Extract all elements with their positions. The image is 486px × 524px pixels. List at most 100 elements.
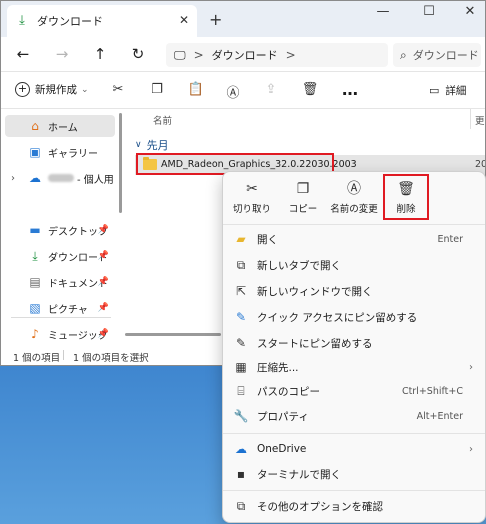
- menu-divider: [223, 433, 485, 434]
- search-input[interactable]: ⌕ ダウンロード: [393, 43, 481, 67]
- up-arrow-icon[interactable]: ↑: [90, 45, 110, 63]
- breadcrumb-chevron[interactable]: >: [286, 48, 296, 62]
- details-pane-button[interactable]: ▭ 詳細: [429, 83, 466, 98]
- onedrive-icon: ☁: [29, 171, 41, 185]
- forward-arrow-icon[interactable]: →: [52, 45, 72, 63]
- address-field[interactable]: 🖵 > ダウンロード >: [166, 43, 388, 67]
- pin-icon: 📌: [97, 225, 109, 235]
- horizontal-scrollbar[interactable]: [125, 333, 221, 336]
- chevron-down-icon: ⌄: [81, 84, 89, 95]
- sidebar-item-downloads[interactable]: ⤓ ダウンロード 📌: [5, 245, 115, 267]
- column-header-updated[interactable]: 更: [475, 113, 485, 127]
- context-menu: ✂ 切り取り ❐ コピー Ⓐ 名前の変更 🗑 削除 ▰ 開く Enter ⧉ 新…: [222, 171, 486, 523]
- cut-icon: ✂: [246, 181, 258, 197]
- rename-button[interactable]: Ⓐ 名前の変更: [326, 180, 382, 220]
- paste-icon[interactable]: 📋: [186, 82, 206, 97]
- sidebar-scrollbar[interactable]: [119, 113, 122, 213]
- copy-label: コピー: [288, 204, 318, 215]
- sidebar-item-music[interactable]: ♪ ミュージック 📌: [5, 323, 115, 345]
- menu-item-label: プロパティ: [257, 410, 309, 423]
- menu-item-label: スタートにピン留めする: [257, 337, 373, 350]
- menu-item-label: OneDrive: [257, 443, 307, 455]
- download-icon: ⤓: [19, 13, 25, 28]
- menu-item-open-new-window[interactable]: ⇱ 新しいウィンドウで開く: [223, 279, 485, 303]
- back-arrow-icon[interactable]: ←: [13, 45, 33, 63]
- breadcrumb-separator: >: [193, 48, 204, 62]
- menu-item-more-options[interactable]: ⧉ その他のオプションを確認: [223, 494, 485, 518]
- rename-icon[interactable]: Ⓐ: [223, 82, 243, 101]
- menu-item-open[interactable]: ▰ 開く Enter: [223, 227, 485, 251]
- close-window-button[interactable]: ✕: [455, 4, 485, 24]
- minimize-button[interactable]: —: [368, 4, 398, 24]
- menu-item-pin-start[interactable]: ✎ スタートにピン留めする: [223, 331, 485, 355]
- column-header-name[interactable]: 名前: [153, 113, 172, 127]
- pin-icon: 📌: [97, 329, 109, 339]
- copy-button[interactable]: ❐ コピー: [275, 180, 331, 220]
- search-placeholder: ダウンロード: [412, 49, 479, 62]
- terminal-icon: ▪: [236, 467, 246, 481]
- close-tab-icon[interactable]: ✕: [179, 13, 189, 27]
- menu-item-compress[interactable]: ▦ 圧縮先... ›: [223, 355, 485, 379]
- shortcut-label: Ctrl+Shift+C: [401, 385, 463, 397]
- menu-item-copy-path[interactable]: ⌸ パスのコピー Ctrl+Shift+C: [223, 379, 485, 403]
- breadcrumb-current[interactable]: ダウンロード: [212, 47, 278, 63]
- pin-icon: 📌: [97, 277, 109, 287]
- rename-label: 名前の変更: [330, 204, 378, 215]
- menu-item-label: 新しいウィンドウで開く: [257, 285, 373, 298]
- menu-item-pin-quick-access[interactable]: ✎ クイック アクセスにピン留めする: [223, 305, 485, 329]
- menu-divider: [223, 490, 485, 491]
- pc-icon: 🖵: [174, 47, 186, 62]
- delete-icon[interactable]: 🗑: [300, 82, 320, 97]
- share-icon[interactable]: ⇪: [261, 82, 281, 97]
- chevron-right-icon[interactable]: ›: [11, 173, 15, 184]
- file-date: 20: [475, 159, 486, 170]
- redacted-account-name: [48, 174, 74, 182]
- sidebar-item-desktop[interactable]: ▬ デスクトップ 📌: [5, 219, 115, 241]
- sidebar-item-documents[interactable]: ▤ ドキュメント 📌: [5, 271, 115, 293]
- tab-downloads[interactable]: ⤓ ダウンロード ✕: [7, 5, 197, 37]
- shortcut-label: Alt+Enter: [416, 410, 463, 422]
- group-header-last-month[interactable]: ∨ 先月: [135, 137, 169, 153]
- new-button[interactable]: + 新規作成 ⌄: [15, 82, 89, 97]
- plus-icon: +: [15, 82, 30, 97]
- new-tab-button[interactable]: +: [209, 10, 222, 29]
- home-icon: ⌂: [31, 119, 39, 133]
- item-count: 1 個の項目: [13, 353, 61, 364]
- cut-button[interactable]: ✂ 切り取り: [224, 180, 280, 220]
- menu-item-label: ターミナルで開く: [257, 468, 341, 481]
- sidebar-item-home[interactable]: ⌂ ホーム: [5, 115, 115, 137]
- maximize-button[interactable]: ☐: [414, 4, 444, 24]
- highlight-box-delete: [383, 174, 429, 220]
- copy-icon: ❐: [296, 181, 310, 197]
- sidebar-item-gallery[interactable]: ▣ ギャラリー: [5, 141, 115, 163]
- status-divider: [63, 350, 64, 360]
- rename-icon: Ⓐ: [347, 181, 361, 197]
- menu-item-label: 圧縮先...: [257, 361, 299, 374]
- copy-icon[interactable]: ❐: [147, 82, 167, 97]
- more-options-button[interactable]: …: [342, 80, 359, 99]
- cut-icon[interactable]: ✂: [108, 82, 128, 97]
- sidebar-item-pictures[interactable]: ▧ ピクチャ 📌: [5, 297, 115, 319]
- new-label: 新規作成: [35, 84, 77, 96]
- selection-count: 1 個の項目を選択: [73, 353, 149, 364]
- menu-item-open-new-tab[interactable]: ⧉ 新しいタブで開く: [223, 253, 485, 277]
- menu-item-open-terminal[interactable]: ▪ ターミナルで開く: [223, 462, 485, 486]
- onedrive-icon: ☁: [235, 442, 247, 456]
- document-icon: ▤: [29, 275, 41, 289]
- cut-label: 切り取り: [232, 204, 271, 215]
- new-tab-icon: ⧉: [236, 257, 246, 272]
- sidebar-item-label: ピクチャ: [48, 304, 88, 316]
- menu-item-properties[interactable]: 🔧 プロパティ Alt+Enter: [223, 404, 485, 428]
- chevron-right-icon: ›: [469, 443, 473, 455]
- tab-title: ダウンロード: [37, 15, 103, 28]
- new-window-icon: ⇱: [235, 284, 247, 298]
- details-label: 詳細: [445, 85, 467, 97]
- address-bar-row: ← → ↑ ↻ 🖵 > ダウンロード > ⌕ ダウンロード: [1, 37, 485, 71]
- more-options-icon: ⧉: [236, 498, 246, 513]
- navigation-pane: ⌂ ホーム ▣ ギャラリー › ☁ - 個人用 ▬ デスクトップ 📌 ⤓ ダウン…: [1, 109, 119, 345]
- group-label: 先月: [146, 139, 169, 152]
- chevron-right-icon: ›: [469, 361, 473, 373]
- sidebar-item-onedrive[interactable]: › ☁ - 個人用: [5, 167, 115, 189]
- menu-item-onedrive[interactable]: ☁ OneDrive ›: [223, 437, 485, 461]
- refresh-icon[interactable]: ↻: [128, 45, 148, 63]
